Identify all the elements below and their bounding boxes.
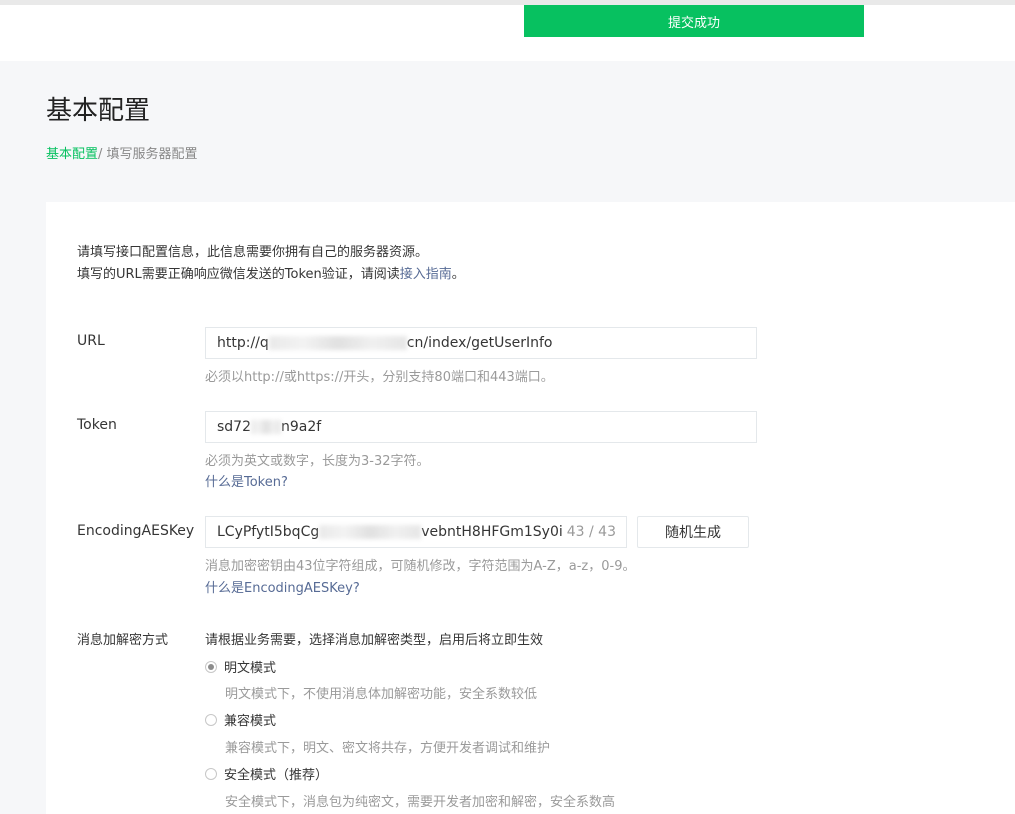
intro-line-2-prefix: 填写的URL需要正确响应微信发送的Token验证，请阅读	[77, 267, 400, 282]
token-value-start: sd72	[217, 419, 251, 435]
token-input[interactable]: sd72 n9a2f	[205, 411, 757, 443]
radio-plaintext-label: 明文模式	[224, 661, 277, 676]
config-card	[46, 202, 1015, 814]
url-value-end: cn/index/getUserInfo	[406, 335, 553, 351]
url-label: URL	[77, 333, 105, 349]
intro-text: 请填写接口配置信息，此信息需要你拥有自己的服务器资源。 填写的URL需要正确响应…	[77, 242, 465, 286]
aes-key-counter: 43 / 43	[566, 524, 616, 540]
aes-value-start: LCyPfytI5bqCg	[217, 524, 320, 540]
token-hint: 必须为英文或数字，长度为3-32字符。	[205, 454, 430, 469]
radio-secure-label: 安全模式（推荐）	[224, 768, 329, 783]
page-title: 基本配置	[46, 96, 151, 126]
success-toast: 提交成功	[524, 5, 864, 37]
url-value-start: http://q	[217, 335, 269, 351]
radio-secure-mode[interactable]: 安全模式（推荐）	[205, 764, 328, 783]
radio-plaintext-mode[interactable]: 明文模式	[205, 657, 276, 676]
intro-line-1: 请填写接口配置信息，此信息需要你拥有自己的服务器资源。	[77, 245, 429, 260]
redacted-blur	[319, 525, 422, 539]
access-guide-link[interactable]: 接入指南	[400, 267, 452, 282]
redacted-blur	[251, 420, 281, 434]
breadcrumb: 基本配置/ 填写服务器配置	[46, 143, 198, 162]
radio-compatible-label: 兼容模式	[224, 714, 277, 729]
redacted-blur	[268, 336, 407, 350]
token-label: Token	[77, 417, 117, 433]
aes-key-hint: 消息加密密钥由43位字符组成，可随机修改，字符范围为A-Z，a-z，0-9。	[205, 559, 636, 574]
aes-value-end: vebntH8HFGm1Sy0i	[421, 524, 563, 540]
radio-unchecked-icon[interactable]	[205, 767, 217, 780]
intro-line-2-suffix: 。	[451, 267, 465, 282]
encryption-mode-label: 消息加解密方式	[77, 633, 169, 648]
random-generate-button[interactable]: 随机生成	[637, 516, 749, 548]
radio-unchecked-icon[interactable]	[205, 713, 217, 726]
what-is-aes-key-link[interactable]: 什么是EncodingAESKey?	[205, 577, 360, 596]
secure-mode-desc: 安全模式下，消息包为纯密文，需要开发者加密和解密，安全系数高	[225, 795, 616, 810]
token-value-end: n9a2f	[281, 419, 322, 435]
aes-key-label: EncodingAESKey	[77, 523, 195, 539]
breadcrumb-root-link[interactable]: 基本配置	[46, 147, 98, 162]
radio-compatible-mode[interactable]: 兼容模式	[205, 710, 276, 729]
plaintext-mode-desc: 明文模式下，不使用消息体加解密功能，安全系数较低	[225, 687, 538, 702]
intro-line-2: 填写的URL需要正确响应微信发送的Token验证，请阅读接入指南。	[77, 264, 465, 286]
breadcrumb-current: / 填写服务器配置	[98, 147, 198, 162]
url-input[interactable]: http://q cn/index/getUserInfo	[205, 327, 757, 359]
aes-key-input[interactable]: LCyPfytI5bqCg vebntH8HFGm1Sy0i 43 / 43	[205, 516, 627, 548]
what-is-token-link[interactable]: 什么是Token?	[205, 471, 288, 490]
url-hint: 必须以http://或https://开头，分别支持80端口和443端口。	[205, 370, 554, 385]
compatible-mode-desc: 兼容模式下，明文、密文将共存，方便开发者调试和维护	[225, 741, 551, 756]
encryption-instruction: 请根据业务需要，选择消息加解密类型，启用后将立即生效	[205, 633, 544, 648]
radio-checked-icon[interactable]	[205, 660, 217, 673]
